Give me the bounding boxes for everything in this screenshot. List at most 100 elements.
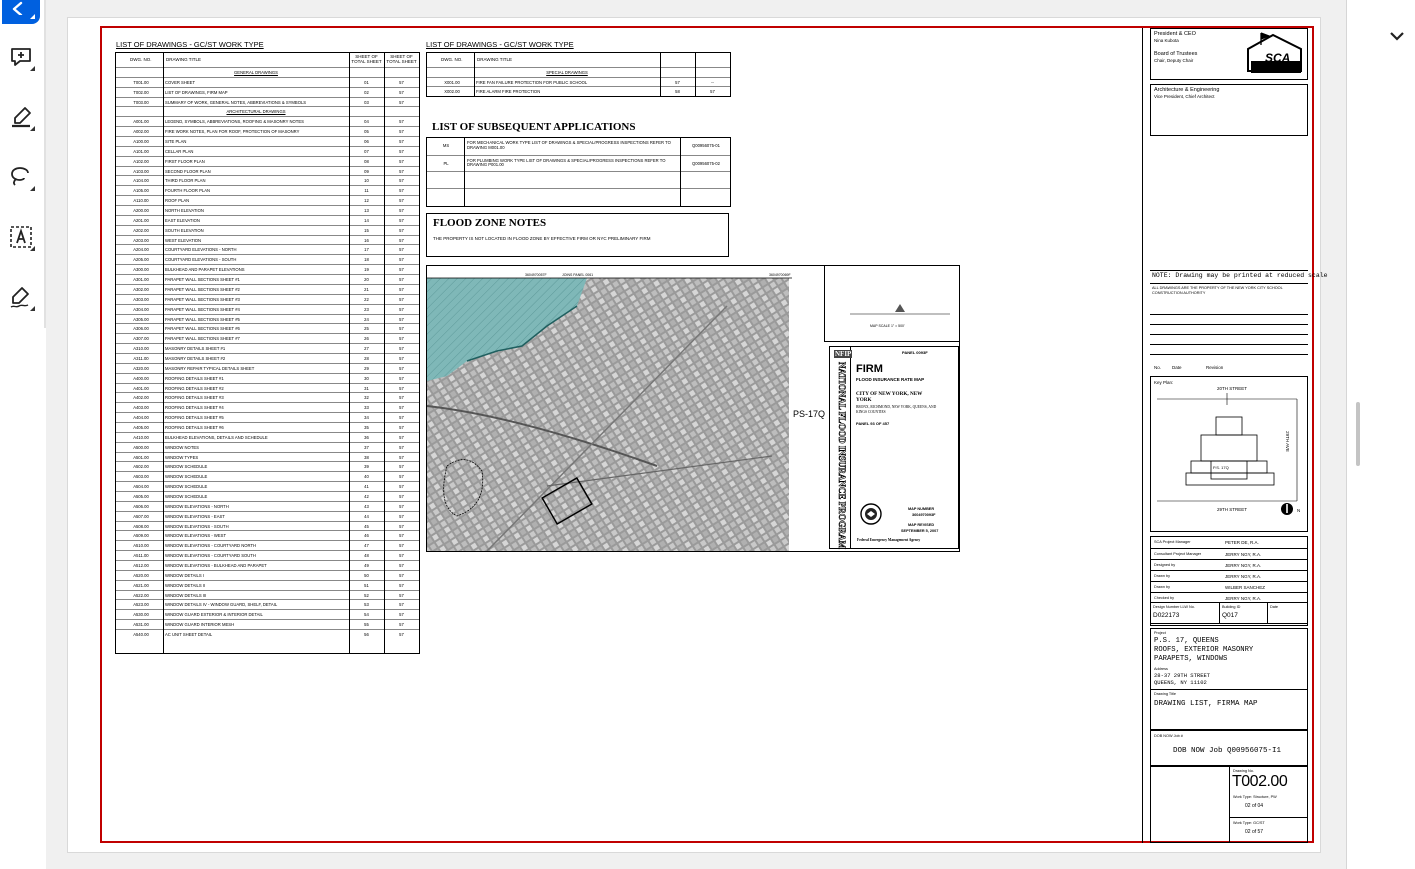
drawing-title: DRAWING LIST, FIRMA MAP	[1154, 700, 1258, 708]
address-label: Address	[1154, 667, 1168, 671]
building-id: Q017	[1222, 612, 1238, 619]
role-value: JERRY NGY, R.A.	[1225, 563, 1262, 568]
flood-title: FLOOD ZONE NOTES	[433, 217, 547, 229]
cell-a: 56	[364, 632, 369, 638]
firm-heading: FIRM	[856, 363, 883, 375]
add-comment-button[interactable]	[2, 38, 40, 76]
select-tool-button[interactable]	[2, 0, 40, 24]
map-revised: SEPTEMBER 5, 2007	[901, 529, 939, 533]
special-drawings-table: DWG. NO. DRAWING TITLE SPECIAL DRAWINGS X…	[426, 52, 731, 97]
cell-app-number: Q00956075-01	[692, 143, 720, 148]
firm-title-panel: NFIP NATIONAL FLOOD INSURANCE PROGRAM PA…	[829, 346, 959, 549]
role-label: Drawn by	[1154, 585, 1171, 589]
cell-app-number: Q00956075-02	[692, 160, 720, 166]
col-sheet: SHEET OF TOTAL SHEET	[351, 54, 382, 64]
role-value: JERRY NGY, R.A.	[1225, 596, 1262, 601]
pointer-icon	[12, 1, 23, 15]
nfip-label: NFIP	[834, 350, 853, 358]
sign-button[interactable]	[2, 278, 40, 316]
date-label: Date	[1270, 605, 1279, 609]
sheet-info-3: Work Type: GC/ST	[1233, 821, 1265, 825]
subsequent-table: MS FOR MECHANICAL WORK TYPE LIST OF DRAWI…	[426, 137, 731, 207]
drawing-number: T002.00	[1232, 773, 1288, 790]
dob-block: DOB NOW Job # DOB NOW Job Q00956075-I1	[1150, 730, 1308, 766]
dob-job-number: DOB NOW Job Q00956075-I1	[1173, 747, 1282, 755]
board-names: Chair, Deputy Chair	[1154, 58, 1194, 63]
table-row: A540.00 AC UNIT SHEET DETAIL 56 57	[116, 629, 419, 640]
map-site-label: PS-17Q	[793, 409, 826, 419]
map-revised-label: MAP REVISED	[908, 523, 935, 527]
cell-code: PL	[443, 160, 449, 166]
firm-city: CITY OF NEW YORK, NEW YORK	[856, 391, 923, 403]
nfip-strip: NFIP NATIONAL FLOOD INSURANCE PROGRAM	[830, 347, 853, 549]
table-header: DWG. NO. DRAWING TITLE SHEET OF TOTAL SH…	[116, 53, 419, 67]
project-line-2: ROOFS, EXTERIOR MASONRY	[1154, 646, 1254, 654]
col-dwg-no: DWG. NO.	[441, 57, 463, 62]
revision-header: Revision	[1206, 365, 1224, 370]
panel-id: PANEL 0093F	[902, 350, 928, 355]
table-row: X002.00 FIRE ALARM FIRE PROTECTION 58 57	[427, 86, 730, 97]
add-text-button[interactable]	[2, 218, 40, 256]
col-title: DRAWING TITLE	[477, 57, 513, 62]
map-number-label: MAP NUMBER	[908, 507, 935, 511]
scrollbar-thumb[interactable]	[1356, 402, 1360, 466]
reduced-scale-note: NOTE: Drawing may be printed at reduced …	[1152, 272, 1328, 279]
sca-header-block: President & CEO Nina Kubota Board of Tru…	[1150, 28, 1308, 80]
aerial-map-image	[427, 277, 793, 551]
cell-desc: FOR MECHANICAL WORK TYPE LIST OF DRAWING…	[467, 141, 671, 150]
cell-title: AC UNIT SHEET DETAIL	[165, 632, 213, 638]
role-label: Consultant Project Manager	[1154, 552, 1202, 556]
sheet-info-4: 02 of 57	[1245, 829, 1264, 835]
cell-desc: FOR PLUMBING WORK TYPE LIST OF DRAWINGS …	[467, 158, 666, 168]
map-scale: MAP SCALE 1" = 500'	[870, 324, 905, 328]
drawing-number-block: Drawing No. T002.00 Work Type: Structure…	[1150, 766, 1308, 843]
firm-map-panel: 3604970057F JOINS PANEL 0061 3604970069F…	[426, 265, 960, 552]
role-value: JERRY NGY, R.A.	[1225, 552, 1262, 557]
chevron-down-icon[interactable]	[1389, 30, 1405, 42]
col-sheet-of: SHEET OF TOTAL SHEET	[386, 54, 417, 64]
cell-b: 57	[710, 89, 715, 94]
firm-subheading: FLOOD INSURANCE RATE MAP	[856, 377, 925, 382]
drawing-sheet: LIST OF DRAWINGS - GC/ST WORK TYPE DWG. …	[100, 26, 1328, 843]
project-block: Project P.S. 17, QUEENS ROOFS, EXTERIOR …	[1150, 628, 1308, 730]
arch-label: Architecture & Engineering	[1154, 87, 1220, 93]
north-label: N	[1297, 508, 1301, 513]
firm-panel-no: PANEL 93 OF 457	[856, 421, 890, 426]
map-panel-mid: JOINS PANEL 0061	[562, 273, 594, 277]
draw-button[interactable]	[2, 158, 40, 196]
role-value: WILBER SANCHEZ	[1225, 585, 1266, 590]
project-line-1: P.S. 17, QUEENS	[1154, 637, 1219, 645]
col-dwg-no: DWG. NO.	[130, 57, 152, 62]
president-name: Nina Kubota	[1154, 38, 1179, 43]
role-value: JERRY NGY, R.A.	[1225, 574, 1262, 579]
address-line-2: QUEENS, NY 11102	[1154, 679, 1207, 686]
role-label: Designed by	[1154, 563, 1176, 567]
drawing-title-label: Drawing Title	[1154, 692, 1176, 696]
fema-agency: Federal Emergency Management Agency	[857, 538, 921, 542]
design-no-label: Design Number LLW No.	[1153, 605, 1195, 609]
key-plan-label: Key Plan:	[1154, 380, 1174, 385]
highlight-button[interactable]	[2, 98, 40, 136]
cell-a: 58	[675, 89, 680, 94]
cell-code: MS	[442, 143, 450, 148]
sca-logo-text: SCA	[1265, 51, 1291, 65]
revision-no-header: No.	[1154, 365, 1162, 370]
project-line-3: PARAPETS, WINDOWS	[1154, 655, 1228, 663]
role-label: SCA Project Manager	[1154, 540, 1191, 544]
map-panel-left: 3604970057F	[525, 273, 547, 277]
notes-block: NOTE: Drawing may be printed at reduced …	[1150, 270, 1328, 360]
firm-boroughs: BRONX, RICHMOND, NEW YORK, QUEENS, AND K…	[856, 405, 937, 414]
sheet-info-1: Work Type: Structure, PW	[1233, 795, 1277, 799]
cell-no: X002.00	[444, 89, 460, 94]
flood-text: THE PROPERTY IS NOT LOCATED IN FLOOD ZON…	[433, 236, 651, 241]
map-panel-right: 3604970069F	[769, 273, 791, 277]
table-row	[427, 187, 730, 206]
arch-value: Vice President, Chief Architect	[1154, 94, 1215, 99]
cell-title: FIRE ALARM FIRE PROTECTION	[476, 89, 541, 94]
president-label: President & CEO	[1154, 31, 1196, 37]
design-number-block: Design Number LLW No. D022173 Building I…	[1150, 602, 1308, 624]
scale-bar-graphic	[850, 304, 950, 315]
cell-no: A540.00	[133, 632, 149, 638]
address-line-1: 28-37 29TH STREET	[1154, 672, 1211, 679]
dhs-seal-icon	[860, 503, 882, 525]
